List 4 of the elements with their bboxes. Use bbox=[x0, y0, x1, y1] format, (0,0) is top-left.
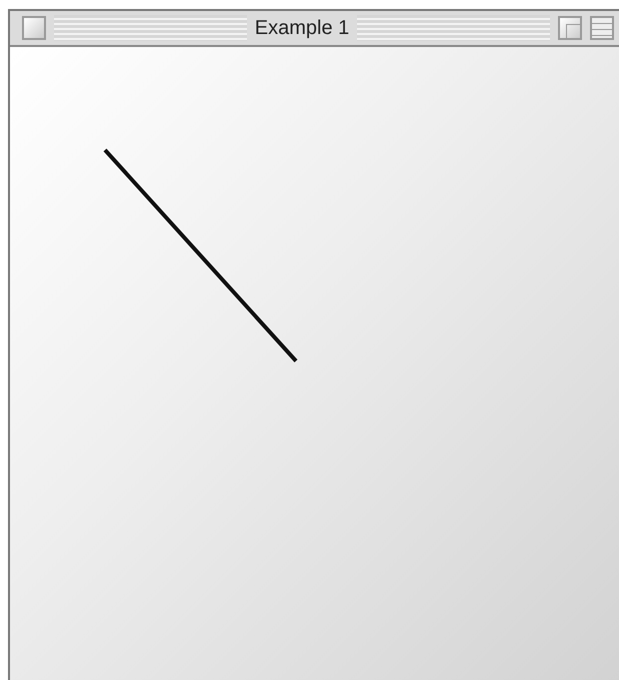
window-title: Example 1 bbox=[254, 18, 350, 38]
zoom-button[interactable] bbox=[558, 16, 582, 40]
close-button[interactable] bbox=[22, 16, 46, 40]
collapse-button[interactable] bbox=[590, 16, 614, 40]
